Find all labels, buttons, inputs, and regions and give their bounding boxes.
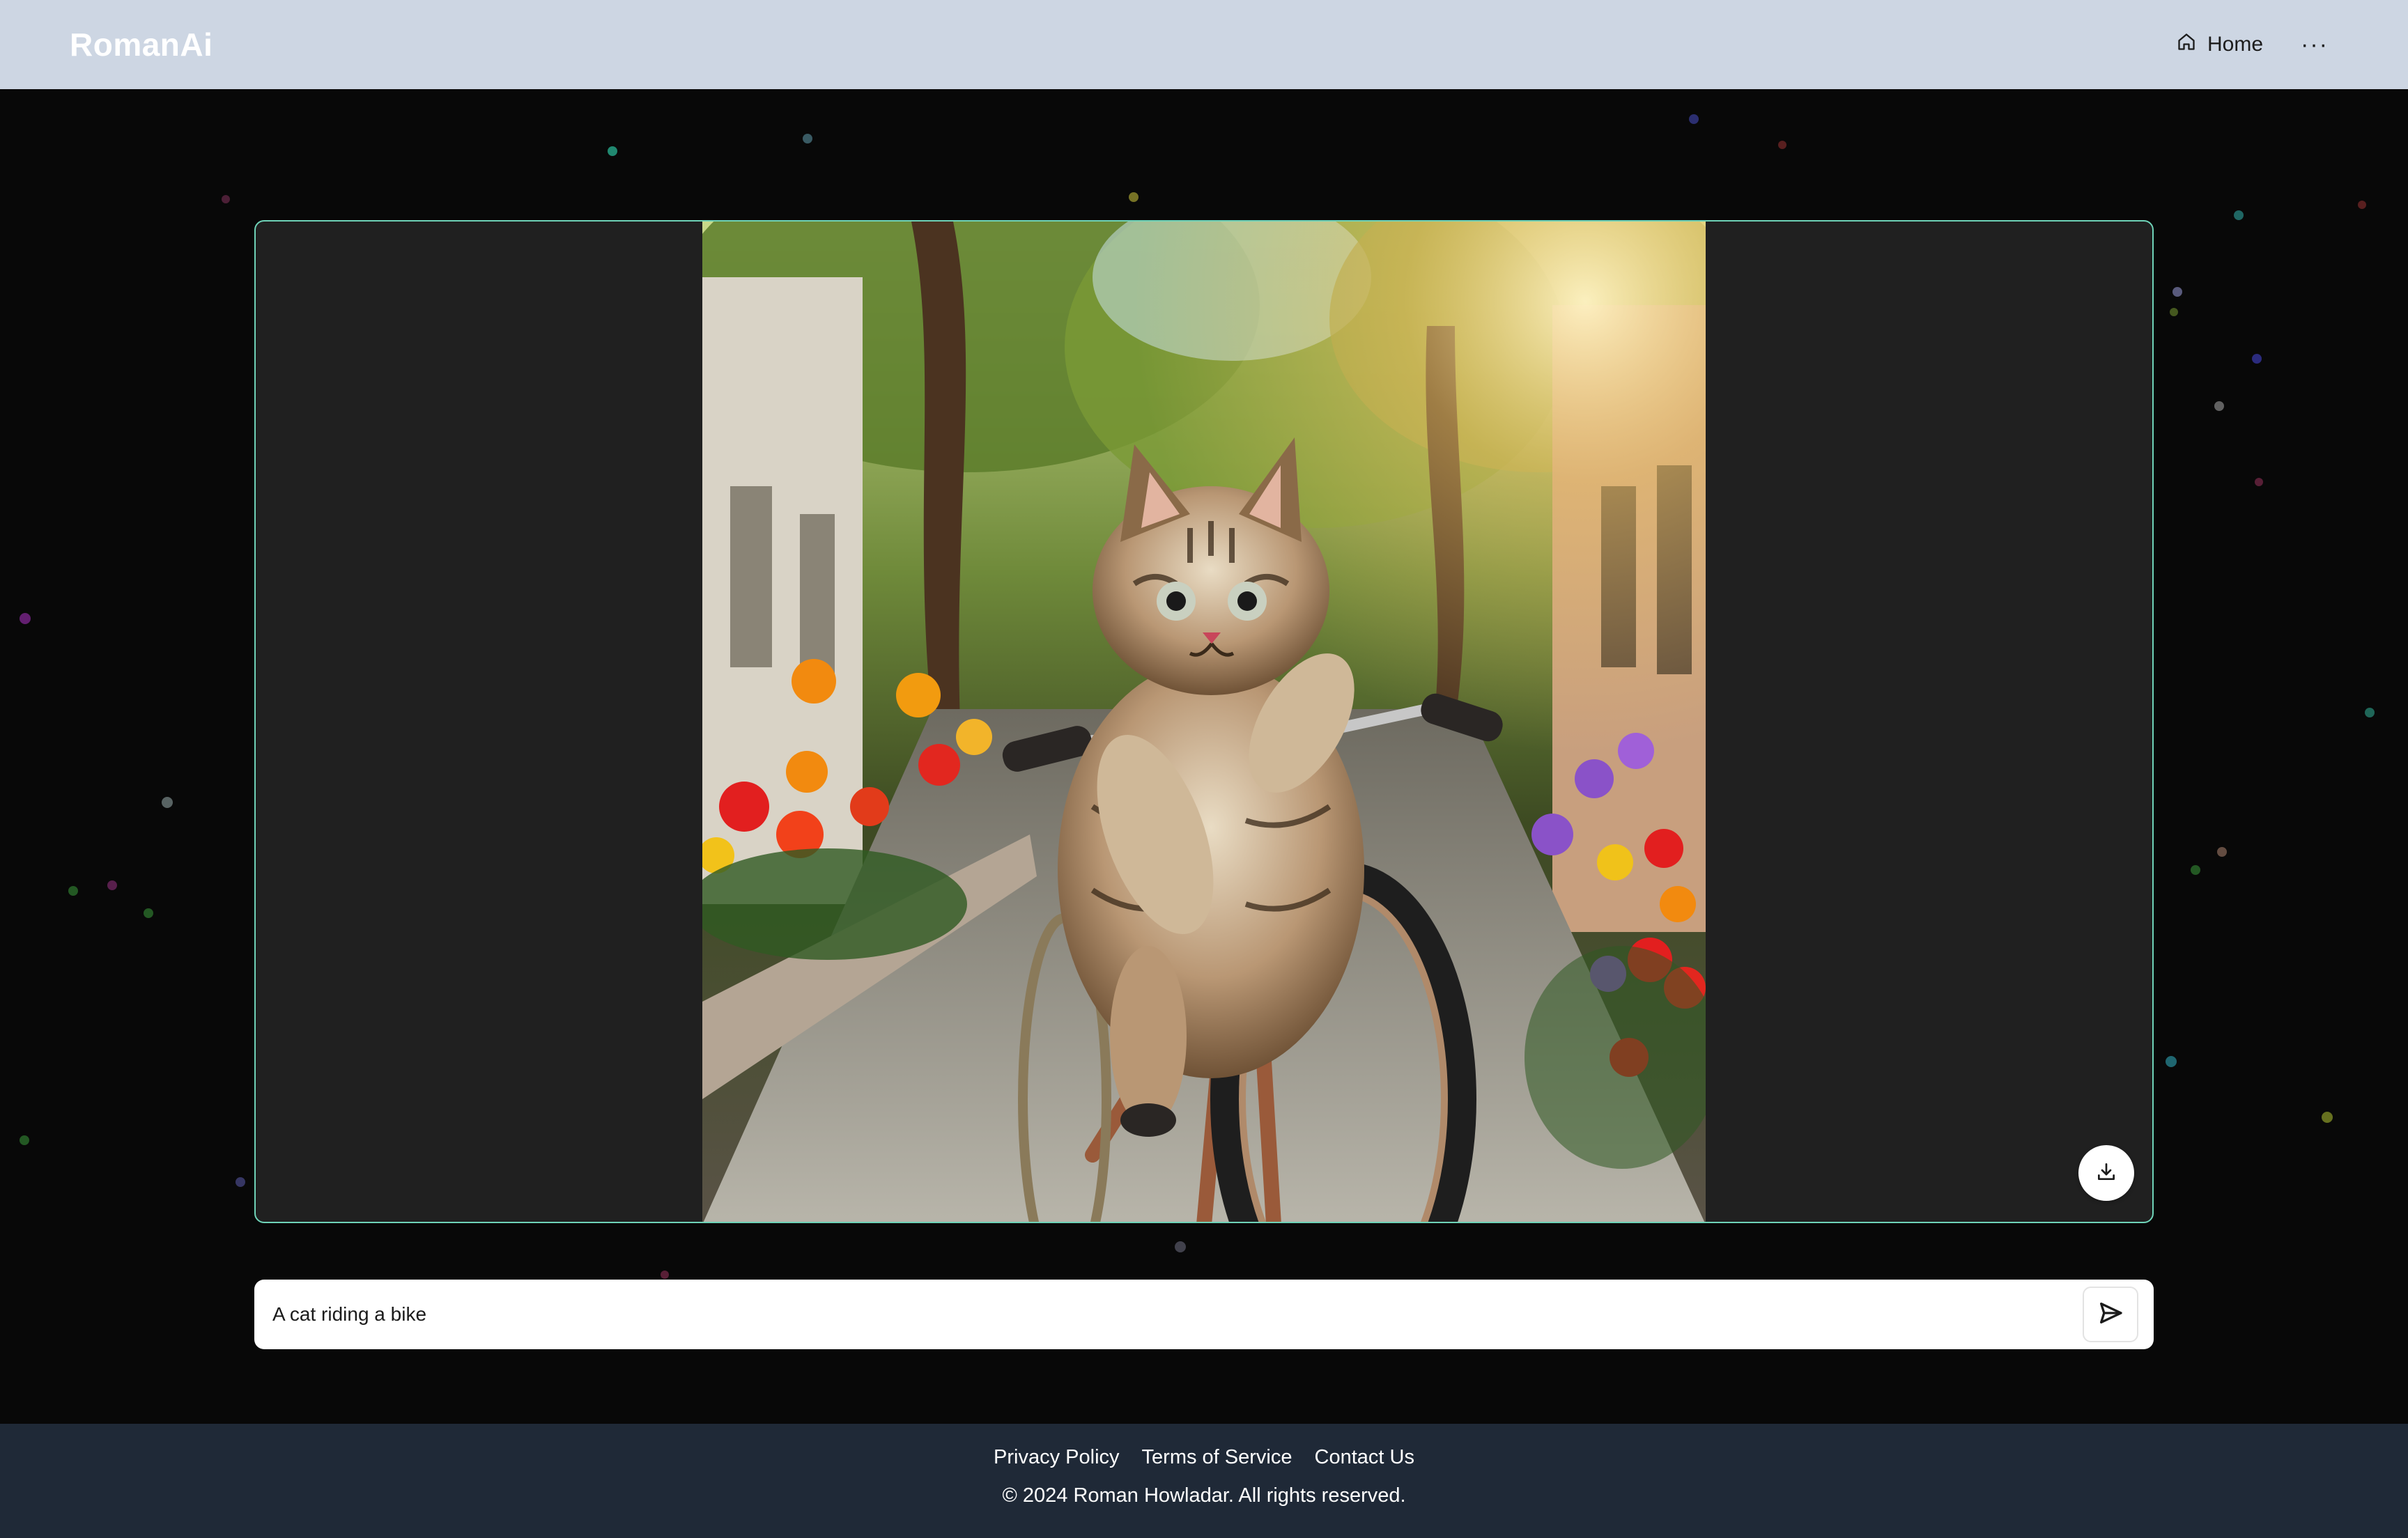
prompt-input[interactable] bbox=[271, 1303, 2083, 1326]
download-icon bbox=[2095, 1160, 2117, 1186]
background-sparkle bbox=[2255, 478, 2263, 486]
background-sparkle bbox=[2234, 210, 2244, 220]
download-button[interactable] bbox=[2078, 1145, 2134, 1201]
background-sparkle bbox=[661, 1271, 669, 1279]
background-sparkle bbox=[2191, 865, 2200, 875]
background-sparkle bbox=[144, 908, 153, 918]
main-content bbox=[0, 89, 2408, 1424]
background-sparkle bbox=[2170, 308, 2178, 316]
nav-home-link[interactable]: Home bbox=[2177, 32, 2263, 57]
background-sparkle bbox=[2322, 1112, 2333, 1123]
background-sparkle bbox=[107, 880, 117, 890]
nav-menu: Home ··· bbox=[2177, 31, 2338, 59]
background-sparkle bbox=[1689, 114, 1699, 124]
nav-home-label: Home bbox=[2207, 33, 2264, 56]
privacy-policy-link[interactable]: Privacy Policy bbox=[994, 1446, 1120, 1469]
background-sparkle bbox=[20, 613, 31, 624]
top-navbar: RomanAi Home ··· bbox=[0, 0, 2408, 89]
footer: Privacy Policy Terms of Service Contact … bbox=[0, 1424, 2408, 1538]
background-sparkle bbox=[1129, 192, 1139, 202]
background-sparkle bbox=[1778, 141, 1786, 149]
footer-links: Privacy Policy Terms of Service Contact … bbox=[0, 1424, 2408, 1469]
copyright-text: © 2024 Roman Howladar. All rights reserv… bbox=[1002, 1484, 1406, 1507]
prompt-bar bbox=[254, 1280, 2154, 1349]
background-sparkle bbox=[68, 886, 78, 896]
background-sparkle bbox=[2166, 1056, 2177, 1067]
background-sparkle bbox=[2214, 401, 2224, 411]
generated-image-card bbox=[254, 220, 2154, 1223]
background-sparkle bbox=[1175, 1241, 1186, 1252]
background-sparkle bbox=[803, 134, 812, 143]
background-sparkle bbox=[608, 146, 617, 156]
background-sparkle bbox=[236, 1177, 245, 1187]
cat-on-bike-illustration bbox=[702, 222, 1706, 1222]
background-sparkle bbox=[2172, 287, 2182, 297]
background-sparkle bbox=[20, 1135, 29, 1145]
background-sparkle bbox=[2365, 708, 2375, 717]
background-sparkle bbox=[162, 797, 173, 808]
background-sparkle bbox=[222, 195, 230, 203]
home-icon bbox=[2177, 32, 2196, 57]
background-sparkle bbox=[2252, 354, 2262, 364]
generated-image[interactable] bbox=[702, 222, 1706, 1222]
send-button[interactable] bbox=[2083, 1287, 2138, 1342]
more-menu-button[interactable]: ··· bbox=[2291, 31, 2338, 59]
background-sparkle bbox=[2358, 201, 2366, 209]
send-icon bbox=[2097, 1299, 2124, 1330]
terms-of-service-link[interactable]: Terms of Service bbox=[1142, 1446, 1292, 1469]
contact-us-link[interactable]: Contact Us bbox=[1315, 1446, 1414, 1469]
brand-logo[interactable]: RomanAi bbox=[70, 26, 213, 63]
background-sparkle bbox=[2217, 847, 2227, 857]
